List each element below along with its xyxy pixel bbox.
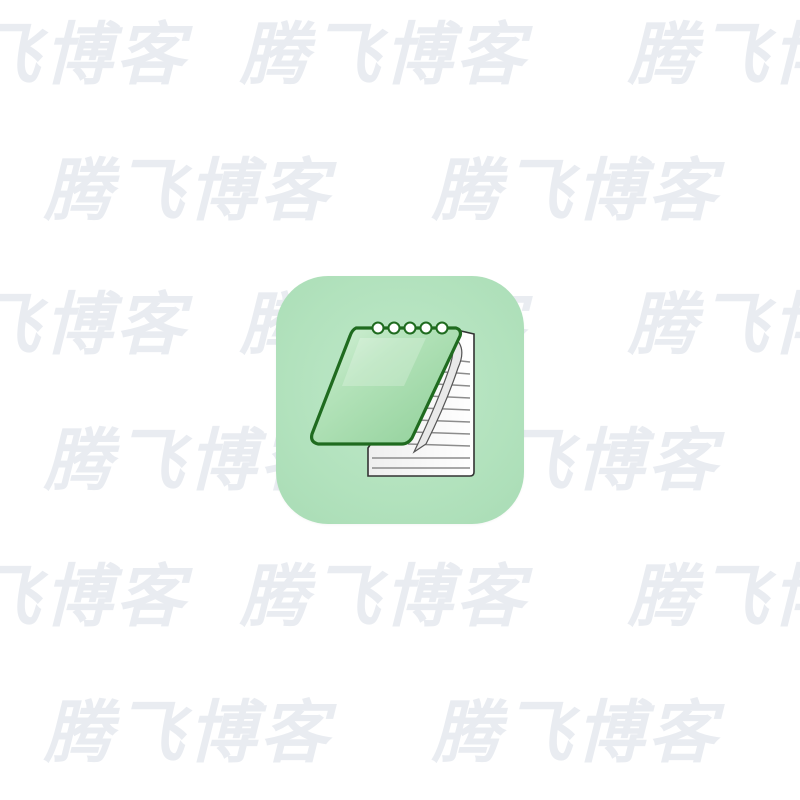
watermark: 腾飞博客 bbox=[432, 694, 721, 773]
notepad-icon bbox=[310, 321, 475, 477]
watermark: 腾飞博客 bbox=[240, 558, 529, 637]
watermark: 腾飞博客 bbox=[432, 152, 721, 231]
watermark: 腾飞博客 bbox=[240, 16, 529, 95]
watermark: 腾飞博客 bbox=[0, 558, 189, 637]
watermark: 腾飞博客 bbox=[628, 286, 800, 365]
watermark: 腾飞博客 bbox=[0, 16, 189, 95]
watermark: 腾飞博客 bbox=[0, 286, 189, 365]
watermark: 腾飞博客 bbox=[628, 558, 800, 637]
watermark: 腾飞博客 bbox=[44, 694, 333, 773]
canvas: 腾飞博客 腾飞博客 腾飞博客 腾飞博客 腾飞博客 腾飞博客 腾飞博客 腾飞博客 … bbox=[0, 0, 800, 800]
notepad-app-icon[interactable] bbox=[276, 276, 524, 524]
watermark: 腾飞博客 bbox=[628, 16, 800, 95]
watermark: 腾飞博客 bbox=[44, 152, 333, 231]
